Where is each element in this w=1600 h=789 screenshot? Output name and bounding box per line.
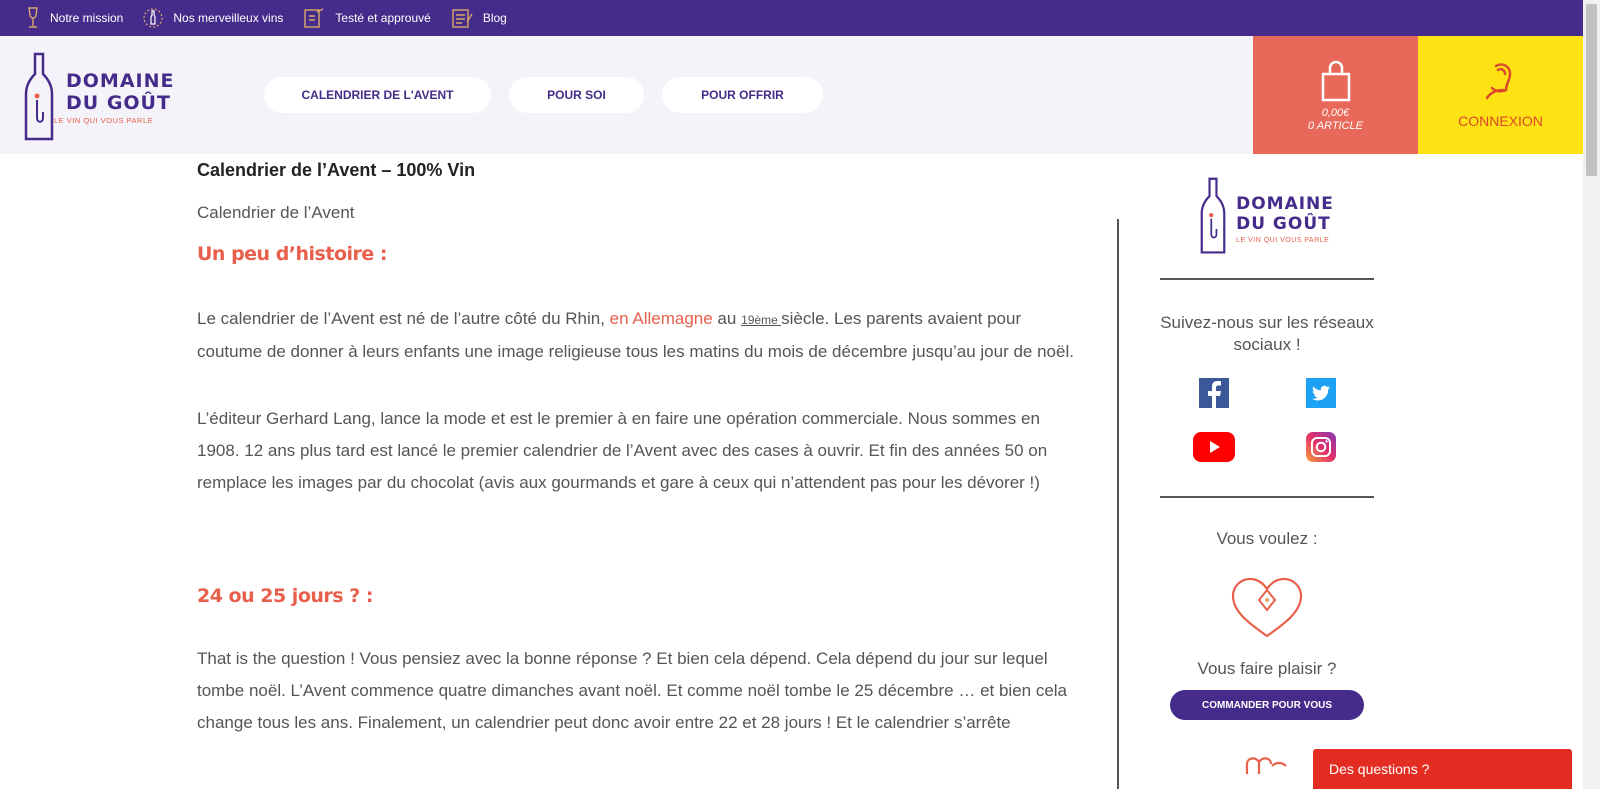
- section-heading-days: 24 ou 25 jours ? :: [197, 585, 373, 607]
- site-header: DOMAINE DU GOÛT LE VIN QUI VOUS PARLE CA…: [0, 36, 1583, 154]
- facebook-icon: [1198, 378, 1229, 408]
- twitter-link[interactable]: [1267, 378, 1374, 408]
- sidebar-separator: [1160, 278, 1374, 280]
- sidebar-divider: [1117, 219, 1119, 789]
- article-title: Calendrier de l’Avent – 100% Vin: [197, 160, 476, 180]
- cart-amount: 0,00€: [1321, 107, 1350, 119]
- wine-glass-icon: [28, 7, 38, 28]
- pleasure-text: Vous faire plaisir ?: [1197, 659, 1337, 678]
- page-scrollbar[interactable]: [1583, 0, 1600, 789]
- section-heading-history: Un peu d’histoire :: [197, 243, 387, 265]
- article-subtitle: Calendrier de l’Avent: [197, 203, 355, 222]
- order-for-yourself-button[interactable]: COMMANDER POUR VOUS: [1170, 690, 1364, 720]
- want-text: Vous voulez :: [1216, 529, 1318, 548]
- logo-tagline: LE VIN QUI VOUS PARLE: [1236, 237, 1330, 244]
- chat-widget-button[interactable]: Des questions ?: [1313, 749, 1572, 789]
- logo-line-1: DOMAINE: [1236, 194, 1334, 214]
- paragraph-1: Le calendrier de l’Avent est né de l’aut…: [197, 303, 1087, 368]
- paragraph-text: au: [712, 309, 742, 328]
- topbar-item-label: Testé et approuvé: [335, 11, 431, 25]
- scrollbar-thumb[interactable]: [1586, 4, 1597, 176]
- topbar-item-label: Nos merveilleux vins: [173, 11, 284, 25]
- logo-tagline: LE VIN QUI VOUS PARLE: [54, 116, 154, 125]
- topbar-item-tested[interactable]: Testé et approuvé: [303, 7, 431, 29]
- topbar-item-wines[interactable]: Nos merveilleux vins: [143, 7, 283, 29]
- topbar-item-label: Notre mission: [50, 11, 124, 25]
- sidebar: DOMAINE DU GOÛT LE VIN QUI VOUS PARLE Su…: [1160, 154, 1374, 774]
- paragraph-3: That is the question ! Vous pensiez avec…: [197, 649, 1068, 732]
- paragraph-2: L’éditeur Gerhard Lang, lance la mode et…: [197, 409, 1048, 492]
- instagram-icon: [1305, 432, 1336, 462]
- heart-gift-icon-wrap: [1160, 576, 1374, 640]
- login-label: CONNEXION: [1458, 113, 1543, 129]
- century-text: 19ème: [741, 313, 782, 327]
- bottle-logo-icon: [1200, 177, 1226, 254]
- logo-line-2: DU GOÛT: [1236, 214, 1331, 234]
- top-bar: Notre mission Nos merveilleux vins Testé…: [0, 0, 1583, 36]
- shopping-bag-icon: [1321, 60, 1350, 102]
- social-links: [1160, 378, 1374, 462]
- topbar-item-label: Blog: [482, 11, 507, 25]
- cart-button[interactable]: 0,00€ 0 ARTICLE: [1253, 36, 1418, 154]
- tasting-icon: [304, 8, 324, 28]
- topbar-item-blog[interactable]: Blog: [451, 7, 507, 29]
- notepad-icon: [452, 9, 473, 28]
- facebook-link[interactable]: [1160, 378, 1267, 408]
- user-profile-icon: [1485, 63, 1511, 100]
- main-nav: CALENDRIER DE L'AVENT POUR SOI POUR OFFR…: [264, 77, 841, 113]
- nav-for-yourself[interactable]: POUR SOI: [509, 77, 644, 113]
- youtube-link[interactable]: [1160, 432, 1267, 462]
- nav-to-offer[interactable]: POUR OFFRIR: [662, 77, 823, 113]
- logo-line-2: DU GOÛT: [66, 92, 171, 114]
- nav-advent-calendar[interactable]: CALENDRIER DE L'AVENT: [264, 77, 491, 113]
- instagram-link[interactable]: [1267, 432, 1374, 462]
- gift-ribbon-icon: [1245, 757, 1287, 774]
- sidebar-logo[interactable]: DOMAINE DU GOÛT LE VIN QUI VOUS PARLE: [1160, 176, 1374, 256]
- bottle-logo-icon: [24, 52, 54, 141]
- cart-count: 0 ARTICLE: [1307, 120, 1364, 132]
- follow-text: Suivez-nous sur les réseaux sociaux !: [1160, 313, 1374, 354]
- site-logo[interactable]: DOMAINE DU GOÛT LE VIN QUI VOUS PARLE: [24, 52, 175, 142]
- topbar-item-mission[interactable]: Notre mission: [26, 7, 123, 29]
- logo-line-1: DOMAINE: [66, 70, 175, 92]
- award-bottle-icon: [143, 8, 163, 28]
- youtube-icon: [1192, 432, 1235, 462]
- link-germany[interactable]: en Allemagne: [610, 309, 713, 328]
- article: Calendrier de l’Avent – 100% Vin Calendr…: [197, 154, 1087, 739]
- twitter-icon: [1305, 378, 1336, 408]
- login-button[interactable]: CONNEXION: [1418, 36, 1583, 154]
- heart-gift-icon: [1231, 577, 1303, 638]
- paragraph-text: Le calendrier de l’Avent est né de l’aut…: [197, 309, 610, 328]
- sidebar-separator: [1160, 496, 1374, 498]
